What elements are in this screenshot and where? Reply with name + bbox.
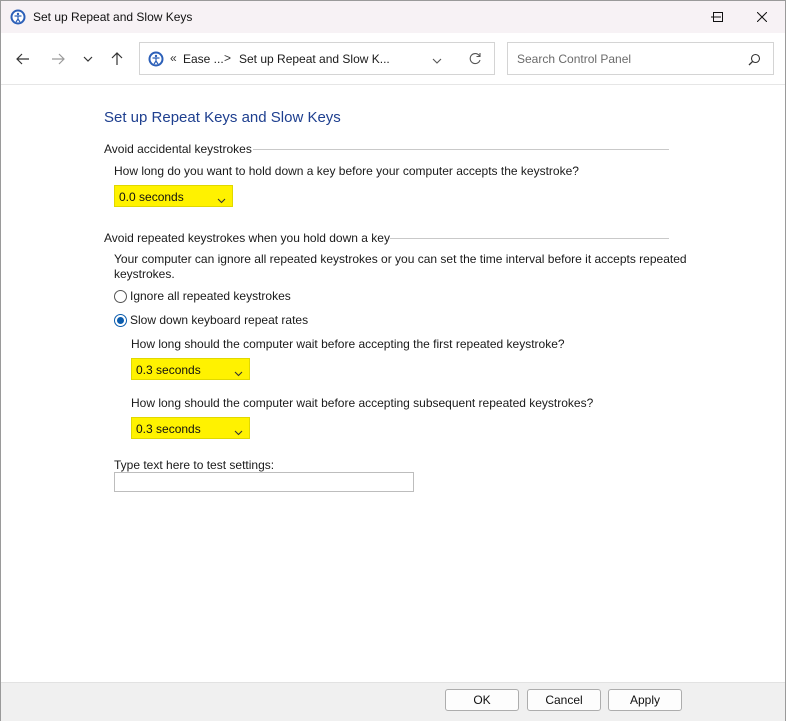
forward-button[interactable] — [45, 47, 71, 71]
back-arrow-icon — [16, 53, 29, 65]
title-bar: Set up Repeat and Slow Keys — [1, 1, 785, 33]
close-icon — [757, 12, 767, 22]
refresh-icon — [469, 53, 481, 65]
up-arrow-icon — [111, 52, 123, 65]
breadcrumb-overflow[interactable]: « — [170, 51, 177, 65]
breadcrumb-ease-of-access[interactable]: Ease ... — [183, 52, 224, 66]
ok-button[interactable]: OK — [445, 689, 519, 711]
back-button[interactable] — [10, 47, 36, 71]
group-divider — [253, 149, 669, 150]
chevron-down-icon — [83, 56, 93, 62]
chevron-down-icon — [234, 425, 243, 439]
repeat-description-line1: Your computer can ignore all repeated ke… — [114, 252, 687, 266]
address-dropdown-button[interactable] — [432, 53, 442, 67]
dropdown-value: 0.3 seconds — [136, 363, 201, 377]
search-box[interactable]: Search Control Panel — [507, 42, 774, 75]
repeat-description-line2: keystrokes. — [114, 267, 175, 281]
dropdown-value: 0.3 seconds — [136, 422, 201, 436]
accept-keystroke-dropdown[interactable]: 0.0 seconds — [114, 185, 233, 207]
search-input[interactable]: Search Control Panel — [517, 52, 631, 66]
breadcrumb-separator[interactable]: > — [224, 51, 231, 65]
close-button[interactable] — [739, 1, 785, 33]
refresh-button[interactable] — [468, 52, 482, 69]
group-title-accidental: Avoid accidental keystrokes — [104, 142, 252, 156]
subsequent-repeat-dropdown[interactable]: 0.3 seconds — [131, 417, 250, 439]
apply-button[interactable]: Apply — [608, 689, 682, 711]
slow-down-repeat-radio[interactable] — [114, 314, 127, 327]
maximize-icon — [713, 12, 723, 22]
group-divider — [390, 238, 669, 239]
breadcrumb-current[interactable]: Set up Repeat and Slow K... — [239, 52, 390, 66]
test-settings-input[interactable] — [114, 472, 414, 492]
accept-keystroke-question: How long do you want to hold down a key … — [114, 164, 579, 178]
first-repeat-question: How long should the computer wait before… — [131, 337, 565, 351]
address-bar[interactable]: « Ease ... > Set up Repeat and Slow K... — [139, 42, 495, 75]
maximize-button[interactable] — [695, 1, 741, 33]
ease-of-access-icon — [10, 9, 26, 25]
test-settings-label: Type text here to test settings: — [114, 458, 275, 472]
window-title: Set up Repeat and Slow Keys — [33, 10, 193, 24]
chevron-down-icon — [432, 58, 442, 64]
chevron-down-icon — [217, 193, 226, 207]
first-repeat-dropdown[interactable]: 0.3 seconds — [131, 358, 250, 380]
slow-down-repeat-label[interactable]: Slow down keyboard repeat rates — [130, 313, 308, 327]
group-title-repeated: Avoid repeated keystrokes when you hold … — [104, 231, 390, 245]
chevron-down-icon — [234, 366, 243, 380]
ignore-repeated-radio[interactable] — [114, 290, 127, 303]
control-panel-window: Set up Repeat and Slow Keys « Ease ... >… — [0, 0, 786, 721]
ease-of-access-icon — [148, 51, 164, 67]
search-icon[interactable] — [748, 53, 761, 69]
dropdown-value: 0.0 seconds — [119, 190, 184, 204]
ignore-repeated-label[interactable]: Ignore all repeated keystrokes — [130, 289, 291, 303]
navigation-bar: « Ease ... > Set up Repeat and Slow K...… — [1, 33, 785, 85]
forward-arrow-icon — [52, 53, 65, 65]
cancel-button[interactable]: Cancel — [527, 689, 601, 711]
up-button[interactable] — [104, 47, 130, 71]
subsequent-repeat-question: How long should the computer wait before… — [131, 396, 594, 410]
recent-locations-button[interactable] — [75, 47, 101, 71]
page-title: Set up Repeat Keys and Slow Keys — [104, 109, 341, 126]
